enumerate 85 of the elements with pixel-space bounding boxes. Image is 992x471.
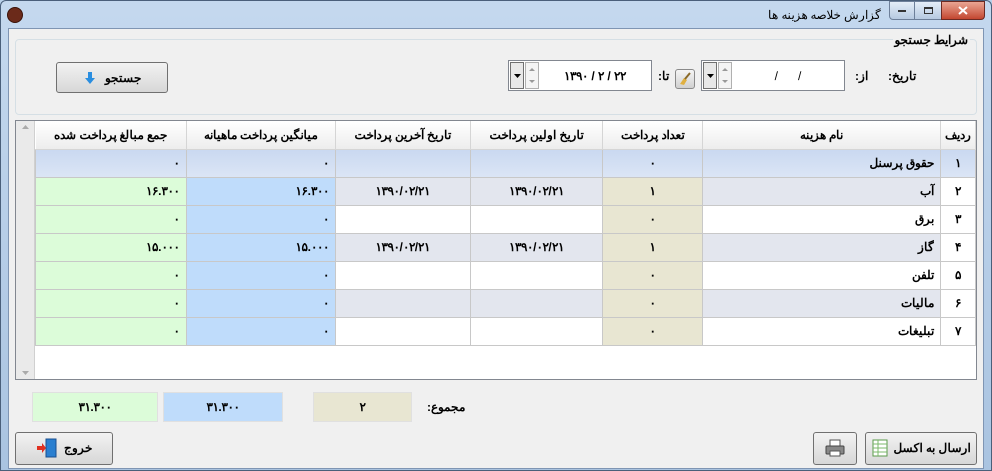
row-number-cell: ۱ [940, 149, 976, 177]
dropdown-button[interactable] [510, 62, 524, 89]
total-count-cell: ۲ [313, 392, 412, 422]
column-header[interactable]: تاریخ آخرین پرداخت [335, 121, 470, 149]
spreadsheet-icon [872, 439, 888, 457]
monthly-average-cell: ۰ [186, 149, 336, 177]
expense-name-cell: تبلیغات [702, 317, 940, 345]
print-button[interactable] [813, 432, 857, 464]
payment-count-cell: ۰ [602, 261, 702, 289]
last-payment-date-cell: ۱۳۹۰/۰۲/۲۱ [335, 177, 470, 205]
selected-row[interactable]: ۱ حقوق پرسنل ۰ ۰ ۰ [36, 149, 976, 177]
first-payment-date-cell: ۱۳۹۰/۰۲/۲۱ [470, 177, 603, 205]
column-header[interactable]: تاریخ اولین پرداخت [470, 121, 603, 149]
caret-icon [706, 74, 714, 78]
column-header[interactable]: تعداد پرداخت [602, 121, 702, 149]
row-number-cell: ۳ [940, 205, 976, 233]
total-paid-cell: ۰ [36, 289, 186, 317]
monthly-average-cell: ۱۵.۰۰۰ [186, 233, 336, 261]
expense-name-cell: آب [702, 177, 940, 205]
search-button[interactable]: جستجو [56, 62, 168, 93]
table-row[interactable]: ۷ تبلیغات ۰ ۰ ۰ [36, 317, 976, 345]
payment-count-cell: ۰ [602, 289, 702, 317]
payment-count-cell: ۱ [602, 177, 702, 205]
column-header[interactable]: جمع مبالغ پرداخت شده [36, 121, 186, 149]
table-row[interactable]: ۳ برق ۰ ۰ ۰ [36, 205, 976, 233]
table-row[interactable]: ۶ مالیات ۰ ۰ ۰ [36, 289, 976, 317]
expense-name-cell: حقوق پرسنل [702, 149, 940, 177]
exit-door-icon [36, 438, 58, 458]
from-label: از: [855, 68, 868, 84]
down-caret-icon [529, 80, 535, 84]
column-header[interactable]: ردیف [940, 121, 976, 149]
down-arrow-icon [83, 70, 97, 84]
date-label: تاریخ: [888, 68, 916, 84]
dropdown-button[interactable] [703, 62, 717, 89]
expense-name-cell: تلفن [702, 261, 940, 289]
column-header[interactable]: میانگین پرداخت ماهیانه [186, 121, 336, 149]
table-row[interactable]: ۲ آب ۱ ۱۳۹۰/۰۲/۲۱ ۱۳۹۰/۰۲/۲۱ ۱۶.۳۰۰ ۱۶.۳۰۰ [36, 177, 976, 205]
up-caret-icon [529, 68, 535, 71]
row-number-cell: ۲ [940, 177, 976, 205]
from-date-field[interactable]: / / [701, 60, 845, 91]
total-average-cell: ۳۱.۳۰۰ [163, 392, 283, 422]
total-paid-cell: ۰ [36, 205, 186, 233]
down-caret-icon [722, 80, 728, 84]
total-label: مجموع: [427, 399, 465, 416]
caret-icon [514, 74, 520, 78]
payment-count-cell: ۰ [602, 317, 702, 345]
expense-name-cell: برق [702, 205, 940, 233]
to-date-field[interactable]: ۱۳۹۰ / ۲ / ۲۲ [508, 60, 652, 91]
monthly-average-cell: ۰ [186, 261, 336, 289]
payment-count-cell: ۰ [602, 205, 702, 233]
table-row[interactable]: ۴ گاز ۱ ۱۳۹۰/۰۲/۲۱ ۱۳۹۰/۰۲/۲۱ ۱۵.۰۰۰ ۱۵.۰۰۰ [36, 233, 976, 261]
row-number-cell: ۶ [940, 289, 976, 317]
app-icon [7, 6, 23, 22]
up-caret-icon [722, 68, 728, 71]
total-sum-cell: ۳۱.۳۰۰ [32, 392, 158, 422]
printer-icon [825, 439, 845, 457]
last-payment-date-cell: ۱۳۹۰/۰۲/۲۱ [335, 233, 470, 261]
maximize-button[interactable] [915, 1, 941, 20]
monthly-average-cell: ۰ [186, 289, 336, 317]
total-paid-cell: ۰ [36, 317, 186, 345]
minimize-button[interactable] [889, 1, 915, 20]
payment-count-cell: ۱ [602, 233, 702, 261]
expense-name-cell: گاز [702, 233, 940, 261]
total-paid-cell: ۰ [36, 149, 186, 177]
row-number-cell: ۴ [940, 233, 976, 261]
row-number-cell: ۵ [940, 261, 976, 289]
exit-button[interactable]: خروج [15, 432, 113, 464]
expense-name-cell: مالیات [702, 289, 940, 317]
to-label: تا: [658, 68, 669, 84]
total-paid-cell: ۱۶.۳۰۰ [36, 177, 186, 205]
column-header[interactable]: نام هزینه [702, 121, 940, 149]
export-excel-button[interactable]: ارسال به اکسل [865, 432, 977, 464]
monthly-average-cell: ۱۶.۳۰۰ [186, 177, 336, 205]
monthly-average-cell: ۰ [186, 205, 336, 233]
total-paid-cell: ۱۵.۰۰۰ [36, 233, 186, 261]
table-row[interactable]: ۵ تلفن ۰ ۰ ۰ [36, 261, 976, 289]
close-icon [958, 6, 968, 15]
payment-count-cell: ۰ [602, 149, 702, 177]
total-paid-cell: ۰ [36, 261, 186, 289]
monthly-average-cell: ۰ [186, 317, 336, 345]
close-button[interactable] [941, 1, 985, 20]
row-number-cell: ۷ [940, 317, 976, 345]
first-payment-date-cell: ۱۳۹۰/۰۲/۲۱ [470, 233, 603, 261]
broom-icon[interactable] [675, 68, 695, 88]
window-title: گزارش خلاصه هزینه ها [768, 6, 881, 24]
